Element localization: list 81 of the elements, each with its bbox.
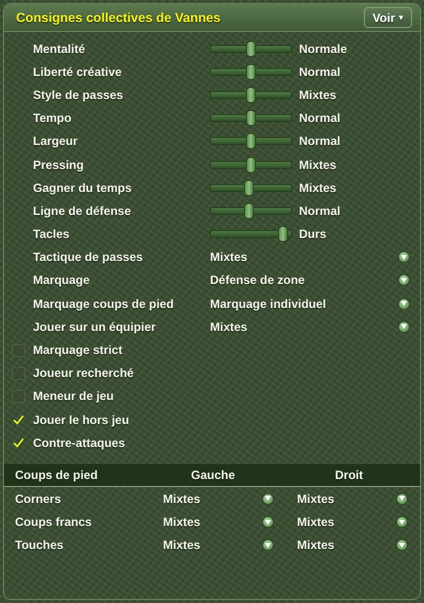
row-label: Corners <box>15 492 62 506</box>
caret-icon <box>399 496 405 502</box>
slider-thumb[interactable] <box>244 202 254 219</box>
dropdown-arrow-button[interactable] <box>262 492 274 505</box>
dropdown-arrow-button[interactable] <box>396 516 408 528</box>
dropdown-arrow-button[interactable] <box>396 492 408 505</box>
slider-thumb[interactable] <box>244 180 254 196</box>
setting-label: Ligne de défense <box>33 204 132 218</box>
setting-value: Mixtes <box>299 158 336 172</box>
dropdown-value[interactable]: Mixtes <box>297 515 396 530</box>
checkbox-label: Meneur de jeu <box>33 389 115 404</box>
setting-label: Mentalité <box>33 42 86 56</box>
dropdown-arrow-button[interactable] <box>398 274 410 286</box>
setting-label: Tactique de passes <box>33 250 144 264</box>
row-label: Coups francs <box>15 515 93 530</box>
slider-thumb[interactable] <box>278 226 288 242</box>
slider-thumb[interactable] <box>246 40 256 57</box>
slider-thumb[interactable] <box>246 110 256 126</box>
caret-icon <box>399 542 405 548</box>
column-header: Coups de pied <box>15 468 99 482</box>
checkbox-label: Jouer le hors jeu <box>33 412 130 427</box>
dropdown-value[interactable]: Mixtes <box>210 320 398 334</box>
caret-icon <box>399 520 405 525</box>
dropdown-arrow-button[interactable] <box>398 251 410 264</box>
check-icon <box>13 436 24 449</box>
caret-icon <box>265 542 271 548</box>
dropdown-value[interactable]: Mixtes <box>163 515 262 530</box>
caret-icon <box>401 324 407 330</box>
dropdown-value[interactable]: Mixtes <box>210 250 398 264</box>
setting-label: Style de passes <box>33 88 124 102</box>
checkbox-label: Joueur recherché <box>33 366 135 380</box>
setting-label: Tacles <box>33 227 70 242</box>
checkbox[interactable] <box>12 413 25 426</box>
caret-icon <box>401 254 407 260</box>
dropdown-value[interactable]: Mixtes <box>297 538 396 552</box>
column-header: Droit <box>334 468 364 482</box>
setting-value: Mixtes <box>299 180 336 195</box>
dropdown-value[interactable]: Défense de zone <box>210 273 398 288</box>
setting-label: Pressing <box>33 158 85 172</box>
setting-label: Marquage coups de pied <box>33 296 175 311</box>
setting-label: Tempo <box>33 111 72 126</box>
caret-icon <box>401 301 407 306</box>
setting-label: Liberté créative <box>33 64 123 79</box>
panel-title: Consignes collectives de Vannes <box>16 10 220 25</box>
dropdown-value[interactable]: Mixtes <box>297 492 396 506</box>
checkbox[interactable] <box>12 344 25 357</box>
slider-thumb[interactable] <box>246 156 256 173</box>
setting-value: Mixtes <box>299 88 336 102</box>
dropdown-arrow-button[interactable] <box>398 320 410 333</box>
setting-value: Normal <box>299 134 340 148</box>
dropdown-arrow-button[interactable] <box>396 539 408 552</box>
checkbox[interactable] <box>12 436 25 450</box>
dropdown-value[interactable]: Marquage individuel <box>210 296 398 311</box>
slider-thumb[interactable] <box>246 86 256 103</box>
dropdown-arrow-button[interactable] <box>262 516 274 528</box>
dropdown-value[interactable]: Mixtes <box>163 538 262 552</box>
checkbox[interactable] <box>12 366 25 380</box>
slider-thumb[interactable] <box>246 133 256 150</box>
setting-label: Marquage <box>33 273 91 288</box>
dropdown-arrow-button[interactable] <box>262 539 274 552</box>
checkbox-label: Contre-attaques <box>33 436 126 450</box>
check-icon <box>13 414 24 426</box>
dropdown-value[interactable]: Mixtes <box>163 492 262 506</box>
caret-icon <box>401 278 407 283</box>
caret-icon <box>265 520 271 525</box>
view-button[interactable]: Voir ▾ <box>364 7 412 28</box>
setting-label: Largeur <box>33 134 79 148</box>
setting-value: Normal <box>299 204 340 218</box>
setting-value: Normal <box>299 111 340 126</box>
row-label: Touches <box>15 538 64 552</box>
setting-value: Normale <box>299 42 348 56</box>
setting-label: Jouer sur un équipier <box>33 320 157 334</box>
setting-value: Normal <box>299 64 340 79</box>
checkbox[interactable] <box>12 390 25 403</box>
dropdown-arrow-button[interactable] <box>398 298 410 310</box>
setting-label: Gagner du temps <box>33 180 133 195</box>
slider-thumb[interactable] <box>246 64 256 80</box>
setting-value: Durs <box>299 227 326 242</box>
checkbox-label: Marquage strict <box>33 343 124 358</box>
column-header: Gauche <box>190 468 236 482</box>
caret-icon <box>265 496 271 502</box>
